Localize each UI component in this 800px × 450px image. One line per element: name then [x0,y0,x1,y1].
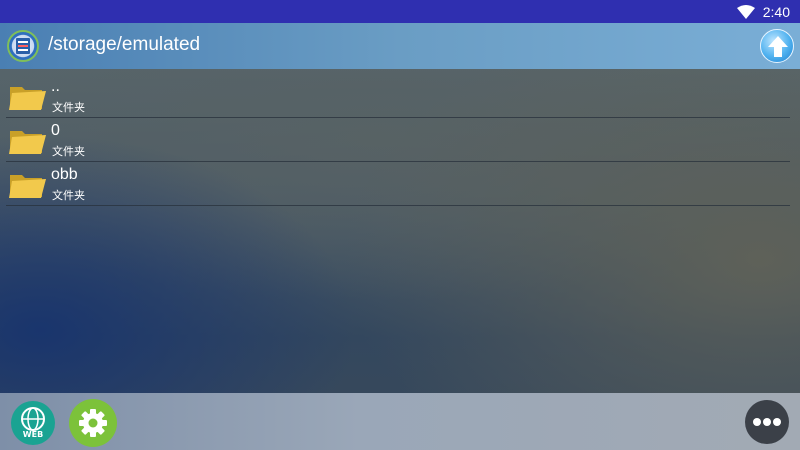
status-time: 2:40 [762,3,790,20]
current-path: /storage/emulated [48,34,201,55]
file-list: .. 文件夹 0 文件夹 obb 文件夹 [6,74,790,206]
header-bar: /storage/emulated [0,23,800,69]
bottom-toolbar: WEB [0,393,800,450]
settings-button[interactable] [69,399,117,447]
folder-icon [9,131,46,154]
wifi-icon [736,4,755,19]
gear-icon [79,409,107,437]
file-type: 文件夹 [52,101,85,114]
status-bar: 2:40 [0,0,800,23]
web-button[interactable]: WEB [11,401,55,445]
folder-icon [9,175,46,198]
app-logo-icon [16,38,30,54]
file-name: 0 [51,122,60,139]
file-type: 文件夹 [52,145,85,158]
file-row-parent[interactable]: .. 文件夹 [6,74,790,118]
navigate-up-button[interactable] [760,29,794,63]
arrow-up-icon [768,36,788,57]
file-row-0[interactable]: 0 文件夹 [6,118,790,162]
file-type: 文件夹 [52,189,85,202]
file-row-obb[interactable]: obb 文件夹 [6,162,790,206]
folder-icon [9,87,46,110]
file-name: .. [51,78,60,95]
more-options-button[interactable] [745,400,789,444]
file-name: obb [51,166,78,183]
file-manager-app-icon[interactable] [7,30,39,62]
web-label: WEB [22,430,44,439]
more-dots-icon [753,418,781,426]
